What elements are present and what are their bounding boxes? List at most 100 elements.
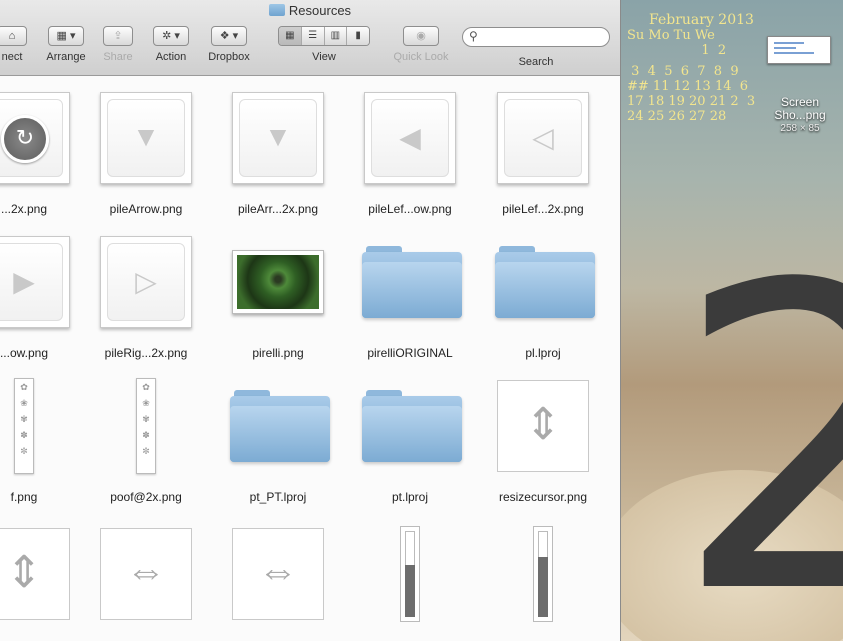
level-bar-icon (495, 526, 591, 622)
window-title: Resources (0, 3, 620, 18)
share-button[interactable]: ⇪ Share (96, 26, 140, 63)
file-item[interactable] (481, 526, 605, 638)
frame-arrow-right-icon: ▶ (0, 234, 72, 330)
desktop: 2 February 2013 Su Mo Tu We 1 2 3 4 5 6 … (621, 0, 843, 641)
photo-icon (230, 234, 326, 330)
share-label: Share (103, 51, 133, 63)
calendar-week-row: 1 2 (627, 43, 727, 58)
calendar-week-row: 24 25 26 27 28 (627, 109, 727, 124)
file-item[interactable]: ◁ pileLef...2x.png (481, 90, 605, 216)
file-item[interactable]: pirelli.png (216, 234, 340, 360)
file-name: pirelliORIGINAL (367, 346, 453, 360)
calendar-week-row: 3 4 5 6 7 8 9 (627, 64, 739, 79)
connect-button[interactable]: ⌂ nect (0, 26, 34, 63)
view-label: View (312, 51, 336, 63)
search-icon: ⚲ (469, 29, 478, 43)
file-name: pl.lproj (525, 346, 561, 360)
frame-arrow-down-icon: ▼ (98, 90, 194, 186)
search-label: Search (518, 56, 554, 68)
file-item[interactable]: pl.lproj (481, 234, 605, 360)
arrange-button[interactable]: ▦ ▾ Arrange (40, 26, 92, 63)
column-view-icon[interactable]: ▥ (323, 27, 347, 45)
file-item[interactable]: ⇕ (0, 526, 86, 638)
strip-icon: ✿ ❀ ✾ ✽ ✼ (98, 378, 194, 474)
folder-icon (362, 234, 462, 330)
arrange-icon: ▦ ▾ (48, 26, 84, 46)
window-title-text: Resources (288, 3, 352, 18)
strip-icon: ✿ ❀ ✾ ✽ ✼ (0, 378, 72, 474)
folder-icon (230, 378, 330, 474)
screenshot-file-label[interactable]: Screen Sho...png 258 × 85 (761, 96, 839, 135)
folder-icon (495, 234, 595, 330)
file-item[interactable]: ✿ ❀ ✾ ✽ ✼ f.png (0, 378, 86, 504)
frame-arrow-left-icon: ◀ (362, 90, 458, 186)
file-name: poof@2x.png (110, 490, 182, 504)
calendar-widget: February 2013 Su Mo Tu We 1 2 3 4 5 6 7 … (627, 12, 755, 124)
calendar-week-row: 17 18 19 20 21 2 3 (627, 94, 756, 109)
search-input[interactable]: ⚲ (462, 27, 610, 47)
resize-horizontal-icon: ⇔ (98, 526, 194, 622)
arrange-label: Arrange (46, 51, 86, 63)
screenshot-name-line2: Sho...png (774, 108, 826, 122)
resize-vertical-icon: ⇕ (0, 526, 72, 622)
level-bar-icon (362, 526, 458, 622)
wallpaper-digit: 2 (673, 197, 843, 641)
file-name: f.png (10, 490, 38, 504)
dropbox-button[interactable]: ❖ ▾ Dropbox (200, 26, 258, 63)
folder-icon (268, 4, 285, 16)
quicklook-label: Quick Look (393, 51, 449, 63)
file-item[interactable]: pt.lproj (348, 378, 472, 504)
file-item[interactable]: ▼ pileArrow.png (84, 90, 208, 216)
file-name: resizecursor.png (498, 490, 588, 504)
file-item[interactable]: pt_PT.lproj (216, 378, 340, 504)
file-item[interactable]: ✿ ❀ ✾ ✽ ✼ poof@2x.png (84, 378, 208, 504)
connect-icon: ⌂ (0, 26, 27, 46)
finder-window: Resources ⌂ nect ▦ ▾ Arrange ⇪ Share ✲ ▾… (0, 0, 621, 641)
calendar-weekday-row: Su Mo Tu We (627, 28, 715, 43)
view-control[interactable]: ▦ ☰ ▥ ▮ View (262, 26, 386, 63)
icon-view-icon[interactable]: ▦ (279, 27, 301, 45)
screenshot-dimensions: 258 × 85 (780, 123, 820, 134)
calendar-title: February 2013 (649, 12, 754, 28)
file-item[interactable]: ⇔ (216, 526, 340, 638)
resize-horizontal-icon: ⇔ (230, 526, 326, 622)
file-item[interactable] (348, 526, 472, 638)
file-item[interactable]: ▷ pileRig...2x.png (84, 234, 208, 360)
file-item[interactable]: ▶ ...ow.png (0, 234, 86, 360)
coverflow-view-icon[interactable]: ▮ (346, 27, 369, 45)
file-name: ...ow.png (0, 346, 49, 360)
action-button[interactable]: ✲ ▾ Action (146, 26, 196, 63)
file-name: pirelli.png (252, 346, 304, 360)
screenshot-file-icon[interactable] (767, 36, 831, 64)
gear-icon: ✲ ▾ (153, 26, 189, 46)
toolbar: Resources ⌂ nect ▦ ▾ Arrange ⇪ Share ✲ ▾… (0, 0, 620, 76)
file-name: pileArrow.png (109, 202, 183, 216)
file-item[interactable]: ⇕ resizecursor.png (481, 378, 605, 504)
quicklook-button[interactable]: ◉ Quick Look (388, 26, 454, 63)
view-segmented-control[interactable]: ▦ ☰ ▥ ▮ (278, 26, 370, 46)
file-item[interactable]: ↻ ...2x.png (0, 90, 86, 216)
file-name: pt_PT.lproj (249, 490, 307, 504)
file-item[interactable]: ▼ pileArr...2x.png (216, 90, 340, 216)
eye-icon: ◉ (403, 26, 439, 46)
action-label: Action (155, 51, 187, 63)
file-grid: ↻ ...2x.png ▼ pileArrow.png ▼ pileArr...… (0, 76, 620, 641)
calendar-week-row: ## 11 12 13 14 6 (627, 79, 749, 94)
file-item[interactable]: ⇔ (84, 526, 208, 638)
folder-icon (362, 378, 462, 474)
list-view-icon[interactable]: ☰ (300, 27, 324, 45)
file-name: ...2x.png (0, 202, 48, 216)
connect-label: nect (1, 51, 23, 63)
circle-arrow-icon: ↻ (0, 90, 72, 186)
file-name: pileRig...2x.png (104, 346, 188, 360)
file-name: pt.lproj (391, 490, 429, 504)
share-icon: ⇪ (103, 26, 133, 46)
file-name: pileLef...ow.png (368, 202, 452, 216)
frame-arrow-down-icon: ▼ (230, 90, 326, 186)
file-item[interactable]: pirelliORIGINAL (348, 234, 472, 360)
file-name: pileArr...2x.png (237, 202, 319, 216)
dropbox-icon: ❖ ▾ (211, 26, 247, 46)
file-item[interactable]: ◀ pileLef...ow.png (348, 90, 472, 216)
frame-arrow-right-icon: ▷ (98, 234, 194, 330)
resize-vertical-icon: ⇕ (495, 378, 591, 474)
